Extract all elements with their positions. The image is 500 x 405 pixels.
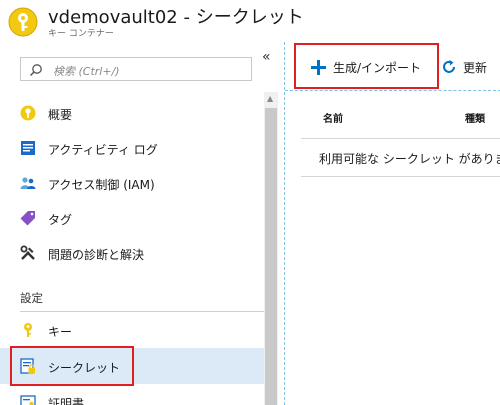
blade-header: vdemovault02 - シークレット キー コンテナー [0, 0, 500, 42]
settings-section-heading: 設定 [20, 291, 43, 305]
refresh-button[interactable]: 更新 [441, 54, 500, 80]
menu-item-label: 証明書 [48, 397, 85, 405]
resource-menu: « 検索 (Ctrl+/) 概要 アクティビティ ログ アクセス制御 (IAM)… [0, 42, 284, 405]
generate-import-button[interactable]: 生成/インポート [307, 54, 435, 80]
table-header-divider [301, 138, 500, 139]
column-header-type[interactable]: 種類 [465, 110, 485, 125]
key-vault-icon [8, 7, 38, 37]
collapse-menu-button[interactable]: « [262, 50, 271, 64]
secret-icon [20, 358, 35, 374]
menu-scrollbar[interactable]: ▲ [264, 92, 278, 405]
scrollbar-thumb[interactable] [265, 108, 277, 405]
scroll-up-arrow-icon[interactable]: ▲ [267, 94, 273, 103]
menu-item-label: タグ [48, 213, 73, 227]
activity-log-icon [21, 141, 35, 155]
column-header-name[interactable]: 名前 [323, 110, 343, 125]
table-row-divider [301, 176, 500, 177]
menu-item-label: シークレット [48, 361, 121, 375]
menu-item-activity-log[interactable]: アクティビティ ログ [0, 130, 264, 166]
menu-item-label: 概要 [48, 108, 73, 122]
refresh-icon [443, 60, 455, 73]
certificate-icon [20, 395, 36, 405]
menu-item-overview[interactable]: 概要 [0, 95, 264, 131]
menu-item-certificates[interactable]: 証明書 [0, 384, 264, 405]
menu-item-label: 問題の診断と解決 [48, 248, 145, 262]
command-bar-divider [285, 90, 500, 91]
key-icon [24, 323, 32, 337]
menu-item-tags[interactable]: タグ [0, 200, 264, 236]
menu-item-label: アクセス制御 (IAM) [48, 178, 155, 192]
key-vault-icon [20, 105, 36, 121]
users-icon [20, 177, 36, 189]
empty-table-message: 利用可能な シークレット がありま [319, 152, 500, 166]
secrets-panel: 生成/インポート 更新 名前 種類 利用可能な シークレット がありま [284, 42, 500, 405]
tag-icon [20, 211, 35, 226]
menu-item-secrets[interactable]: シークレット [0, 348, 264, 384]
menu-item-label: アクティビティ ログ [48, 143, 158, 157]
tools-icon [20, 245, 35, 260]
menu-item-access-control[interactable]: アクセス制御 (IAM) [0, 165, 264, 201]
search-input[interactable]: 検索 (Ctrl+/) [20, 57, 252, 81]
menu-item-label: キー [48, 325, 73, 339]
plus-icon [311, 60, 326, 75]
refresh-label: 更新 [463, 61, 488, 75]
page-subtitle: キー コンテナー [48, 29, 114, 39]
menu-item-keys[interactable]: キー [0, 312, 264, 348]
search-placeholder: 検索 (Ctrl+/) [53, 65, 120, 78]
generate-import-label: 生成/インポート [333, 61, 422, 75]
search-icon [29, 64, 42, 77]
menu-item-diagnose[interactable]: 問題の診断と解決 [0, 235, 264, 271]
